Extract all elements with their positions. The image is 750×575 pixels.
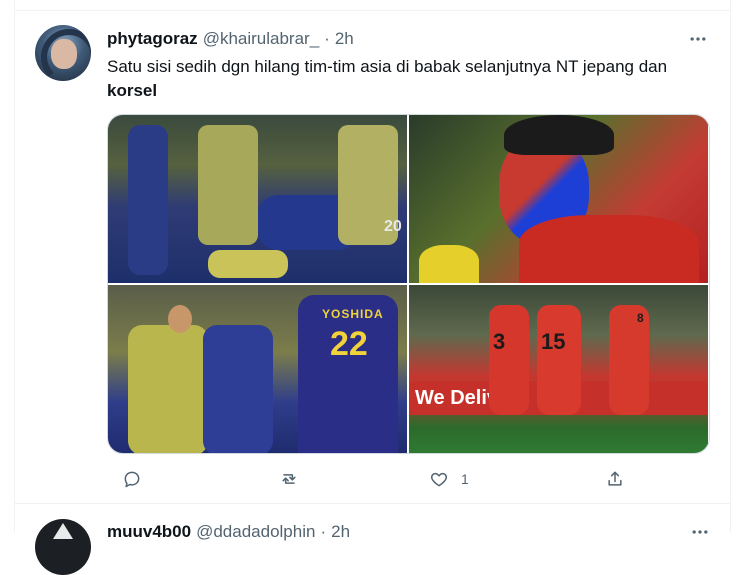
- avatar-logo-shape: [53, 523, 73, 539]
- more-icon[interactable]: [690, 522, 710, 548]
- fan-yellow: [419, 245, 479, 283]
- tweet-text-main: Satu sisi sedih dgn hilang tim-tim asia …: [107, 57, 668, 76]
- user-handle[interactable]: @khairulabrar_: [203, 29, 319, 49]
- avatar[interactable]: [35, 519, 91, 575]
- photo-yoshida-consoled[interactable]: YOSHIDA 22: [108, 285, 407, 453]
- tweet-header: muuv4b00 @ddadadolphin · 2h: [107, 522, 350, 542]
- player-bib-figure: [198, 125, 258, 245]
- jersey-name: YOSHIDA: [322, 307, 384, 321]
- player-figure: [203, 325, 273, 453]
- like-icon: [430, 472, 448, 487]
- player-head: [168, 305, 192, 333]
- separator-dot: ·: [324, 29, 330, 48]
- player-figure: [537, 305, 581, 415]
- user-handle[interactable]: @ddadadolphin: [196, 522, 315, 542]
- share-icon: [608, 471, 622, 486]
- jersey-number: 22: [330, 325, 368, 363]
- display-name[interactable]: phytagoraz: [107, 29, 198, 49]
- tweet-header: phytagoraz @khairulabrar_ · 2h: [107, 28, 354, 50]
- jersey-number: 8: [637, 311, 644, 325]
- media-grid: 20 YOSHIDA 22 We Deliver 3 15 8: [107, 114, 710, 454]
- reply-button[interactable]: [122, 467, 142, 491]
- tweet-card[interactable]: phytagoraz @khairulabrar_ · 2h Satu sisi…: [15, 10, 730, 504]
- photo-korea-players-dejected[interactable]: We Deliver 3 15 8: [409, 285, 708, 453]
- more-horizontal-icon: [692, 530, 708, 534]
- separator-dot: ·: [320, 522, 327, 541]
- more-horizontal-icon: [690, 37, 706, 41]
- avatar[interactable]: [35, 25, 91, 81]
- tweet-text: Satu sisi sedih dgn hilang tim-tim asia …: [107, 55, 717, 103]
- lying-player-figure: [208, 250, 288, 278]
- jersey-number: 15: [541, 329, 566, 354]
- photo-korea-fan-face-paint[interactable]: [409, 115, 708, 283]
- next-tweet-card[interactable]: muuv4b00 @ddadadolphin · 2h: [15, 504, 730, 575]
- jersey-number: 20: [384, 218, 402, 235]
- player-bib-figure: [128, 325, 208, 453]
- hair: [504, 115, 614, 155]
- avatar-hood: [41, 29, 91, 81]
- tweet-timestamp[interactable]: 2h: [335, 29, 354, 49]
- display-name[interactable]: muuv4b00: [107, 522, 191, 542]
- more-icon[interactable]: [686, 27, 710, 51]
- tweet-timestamp[interactable]: 2h: [331, 522, 350, 542]
- retweet-button[interactable]: [279, 467, 299, 491]
- tweet-actions: 1: [107, 467, 717, 491]
- like-button[interactable]: 1: [429, 467, 469, 491]
- photo-japan-team-sad[interactable]: 20: [108, 115, 407, 283]
- timeline-feed: phytagoraz @khairulabrar_ · 2h Satu sisi…: [14, 0, 731, 575]
- retweet-icon: [282, 474, 296, 484]
- tweet-text-bold: korsel: [107, 81, 158, 100]
- red-shirt: [519, 215, 699, 283]
- like-count: 1: [461, 471, 469, 487]
- share-button[interactable]: [605, 467, 625, 491]
- reply-icon: [124, 471, 140, 488]
- player-figure: [128, 125, 168, 275]
- jersey-number: 3: [493, 329, 506, 354]
- player-figure: [489, 305, 529, 415]
